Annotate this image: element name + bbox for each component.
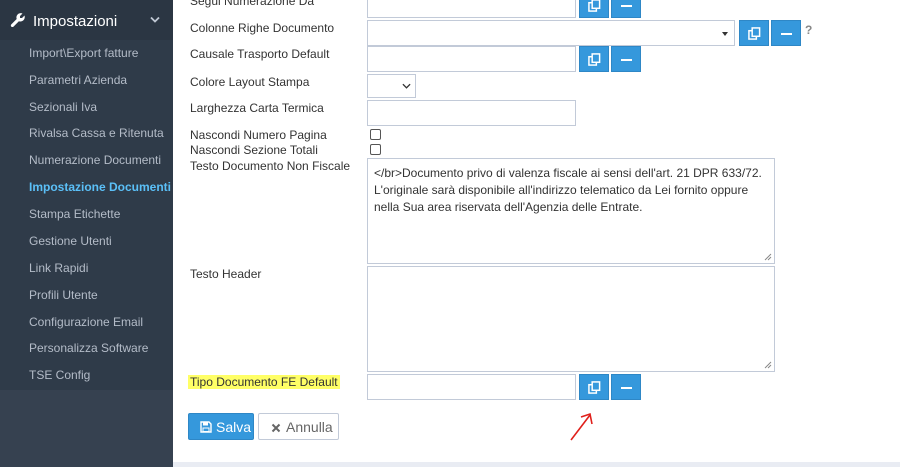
sidebar-menu: Import\Export fatture Parametri Azienda … (0, 40, 173, 390)
sidebar-item-import-export[interactable]: Import\Export fatture (29, 46, 138, 60)
colonne-righe-copy-button[interactable] (739, 20, 769, 46)
tipo-documento-label: Tipo Documento FE Default (188, 375, 340, 389)
causale-trasporto-remove-button[interactable] (611, 46, 641, 72)
segui-numerazione-remove-button[interactable] (611, 0, 641, 18)
sidebar-item-gestione-utenti[interactable]: Gestione Utenti (29, 234, 112, 248)
testo-non-fiscale-label: Testo Documento Non Fiscale (190, 159, 351, 173)
chevron-down-icon (402, 83, 411, 89)
colonne-righe-label: Colonne Righe Documento (190, 21, 335, 35)
causale-trasporto-input[interactable] (367, 46, 576, 72)
segui-numerazione-copy-button[interactable] (579, 0, 609, 18)
causale-trasporto-label: Causale Trasporto Default (190, 47, 330, 61)
copy-icon (588, 0, 601, 12)
settings-form: Segui Numerazione Da Colonne Righe Docum… (173, 0, 900, 467)
nascondi-sezione-checkbox[interactable] (370, 144, 381, 155)
sidebar-item-numerazione-documenti[interactable]: Numerazione Documenti (29, 153, 161, 167)
sidebar-section-title: Impostazioni (33, 13, 118, 30)
nascondi-numero-checkbox[interactable] (370, 129, 381, 140)
copy-icon (588, 53, 601, 66)
nascondi-sezione-label: Nascondi Sezione Totali (190, 143, 318, 157)
sidebar-item-configurazione-email[interactable]: Configurazione Email (29, 315, 143, 329)
sidebar-item-parametri-azienda[interactable]: Parametri Azienda (29, 73, 127, 87)
save-button-label: Salva (216, 419, 252, 435)
cancel-button[interactable]: Annulla (258, 413, 339, 440)
cancel-button-label: Annulla (286, 419, 333, 435)
testo-non-fiscale-textarea[interactable]: </br>Documento privo di valenza fiscale … (367, 158, 775, 264)
minus-icon (621, 59, 632, 61)
testo-header-textarea[interactable] (367, 266, 775, 372)
colore-layout-select[interactable] (367, 74, 416, 98)
minus-icon (621, 5, 632, 7)
save-button[interactable]: Salva (188, 413, 254, 440)
wrench-icon (10, 13, 25, 28)
testo-header-label: Testo Header (190, 267, 262, 281)
sidebar-item-stampa-etichette[interactable]: Stampa Etichette (29, 207, 120, 221)
colore-layout-label: Colore Layout Stampa (190, 75, 310, 89)
sidebar-item-rivalsa-cassa[interactable]: Rivalsa Cassa e Ritenuta (29, 126, 164, 140)
larghezza-carta-input[interactable] (367, 100, 576, 126)
colonne-righe-select[interactable] (367, 20, 735, 46)
resize-grip-icon[interactable] (764, 253, 772, 261)
chevron-down-icon[interactable] (150, 16, 160, 24)
sidebar-item-impostazione-documenti[interactable]: Impostazione Documenti (29, 180, 171, 194)
close-icon (271, 423, 281, 433)
caret-down-icon (722, 32, 728, 36)
copy-icon (588, 381, 601, 394)
floppy-disk-icon (200, 421, 212, 433)
sidebar: Impostazioni Import\Export fatture Param… (0, 0, 173, 467)
copy-icon (748, 27, 761, 40)
sidebar-section-header[interactable]: Impostazioni (0, 0, 173, 40)
colonne-righe-remove-button[interactable] (771, 20, 801, 46)
segui-numerazione-label: Segui Numerazione Da (190, 0, 315, 8)
sidebar-item-sezionali-iva[interactable]: Sezionali Iva (29, 100, 97, 114)
minus-icon (781, 33, 792, 35)
causale-trasporto-copy-button[interactable] (579, 46, 609, 72)
segui-numerazione-input[interactable] (367, 0, 576, 18)
tipo-documento-input[interactable] (367, 374, 576, 400)
annotation-arrow-icon (570, 412, 593, 441)
minus-icon (621, 387, 632, 389)
tipo-documento-copy-button[interactable] (579, 374, 609, 400)
larghezza-carta-label: Larghezza Carta Termica (190, 101, 324, 115)
tipo-documento-remove-button[interactable] (611, 374, 641, 400)
resize-grip-icon[interactable] (764, 361, 772, 369)
nascondi-numero-label: Nascondi Numero Pagina (190, 128, 327, 142)
sidebar-item-personalizza-software[interactable]: Personalizza Software (29, 341, 148, 355)
sidebar-item-link-rapidi[interactable]: Link Rapidi (29, 261, 88, 275)
sidebar-footer (0, 390, 173, 467)
sidebar-item-profili-utente[interactable]: Profili Utente (29, 288, 98, 302)
sidebar-item-tse-config[interactable]: TSE Config (29, 368, 90, 382)
help-icon[interactable]: ? (805, 23, 812, 37)
testo-non-fiscale-value: </br>Documento privo di valenza fiscale … (374, 166, 762, 214)
page-footer-strip (173, 462, 900, 467)
